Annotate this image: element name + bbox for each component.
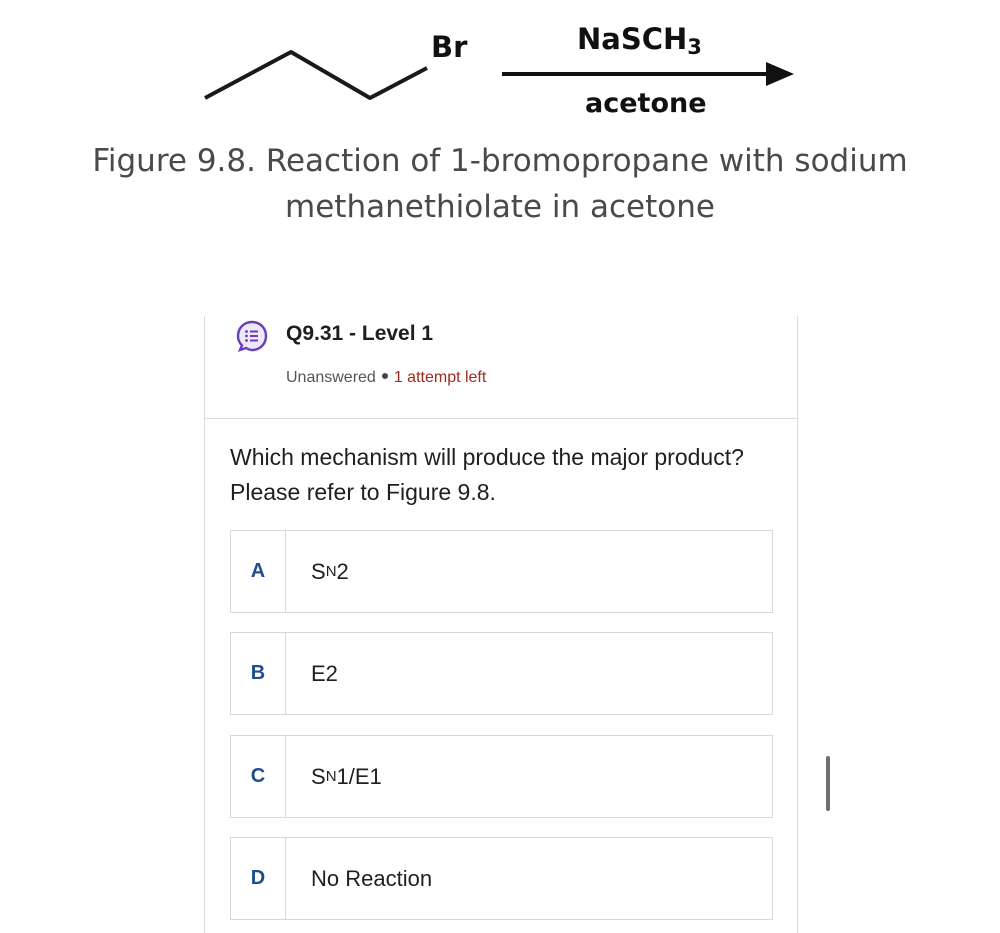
- bromine-label: Br: [431, 30, 468, 64]
- answer-status: Unanswered: [286, 369, 376, 386]
- option-letter: C: [231, 736, 286, 817]
- option-c[interactable]: C S N 1/E1: [230, 735, 773, 818]
- option-text: No Reaction: [311, 865, 433, 891]
- option-letter: D: [231, 838, 286, 919]
- separator-dot: [381, 373, 388, 379]
- figure-caption: Figure 9.8. Reaction of 1-bromopropane w…: [92, 143, 908, 225]
- option-text: E2: [311, 660, 338, 686]
- reaction-diagram: [204, 50, 794, 100]
- reaction-scheme: Br NaSCH3 acetone: [0, 0, 1000, 140]
- scrollbar-handle[interactable]: [826, 756, 830, 811]
- question-list-icon: [236, 320, 268, 352]
- question-text: Which mechanism will produce the major p…: [230, 444, 744, 505]
- question-status: Unanswered 1 attempt left: [286, 369, 486, 387]
- option-text: SN2: [311, 558, 349, 584]
- option-b[interactable]: B E2: [230, 632, 773, 715]
- question-title: Q9.31 - Level 1: [286, 322, 434, 345]
- propyl-chain: [204, 50, 428, 100]
- option-letter: A: [231, 531, 286, 612]
- reagent-label: NaSCH3: [577, 22, 702, 59]
- solvent-label: acetone: [585, 88, 707, 119]
- attempts-left: 1 attempt left: [393, 369, 487, 386]
- option-text: S N 1/E1: [311, 763, 382, 789]
- option-d[interactable]: D No Reaction: [230, 837, 773, 920]
- reaction-arrow-head: [766, 62, 794, 86]
- option-a[interactable]: A SN2: [230, 530, 773, 613]
- question-header: Q9.31 - Level 1 Unanswered 1 attempt left: [205, 316, 797, 419]
- option-letter: B: [231, 633, 286, 714]
- question-card: Q9.31 - Level 1 Unanswered 1 attempt left…: [204, 316, 798, 933]
